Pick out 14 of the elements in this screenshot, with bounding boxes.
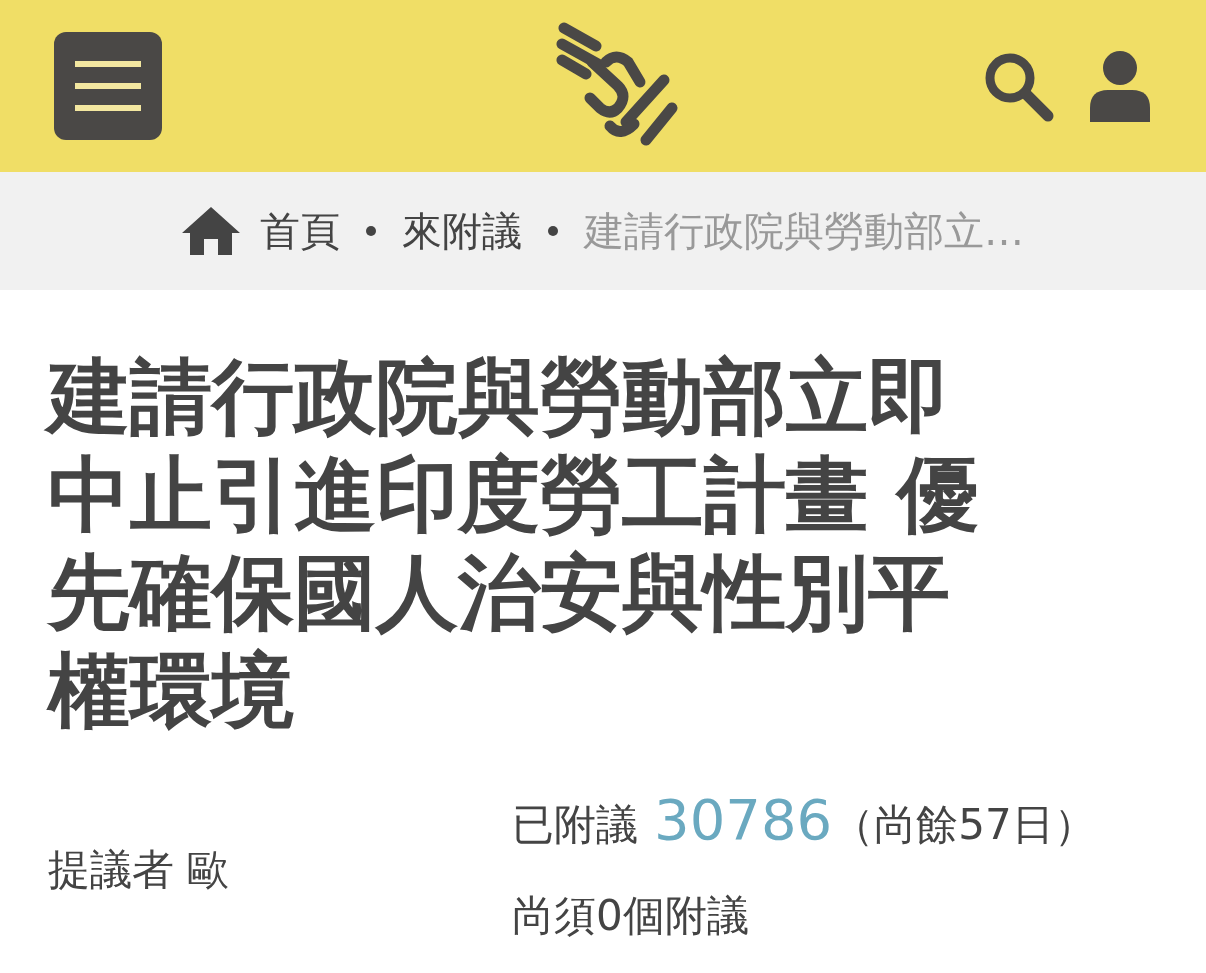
days-remaining: （尚餘57日） xyxy=(832,799,1096,851)
signature-label: 已附議 xyxy=(512,799,638,851)
menu-button[interactable] xyxy=(54,32,162,140)
separator-dot xyxy=(548,226,558,236)
breadcrumb-current: 建請行政院與勞動部立… xyxy=(584,207,1024,256)
breadcrumb-link[interactable]: 首頁 xyxy=(260,201,340,261)
breadcrumb-link[interactable]: 來附議 xyxy=(402,201,522,261)
signatures-needed: 尚須0個附議 xyxy=(512,890,750,942)
signature-count: 30786 xyxy=(654,786,833,854)
home-icon[interactable] xyxy=(182,207,240,255)
user-icon[interactable] xyxy=(1088,50,1152,122)
menu-icon xyxy=(75,58,141,114)
proposer-text: 提議者 歐 xyxy=(48,845,230,894)
separator-dot xyxy=(366,226,376,236)
